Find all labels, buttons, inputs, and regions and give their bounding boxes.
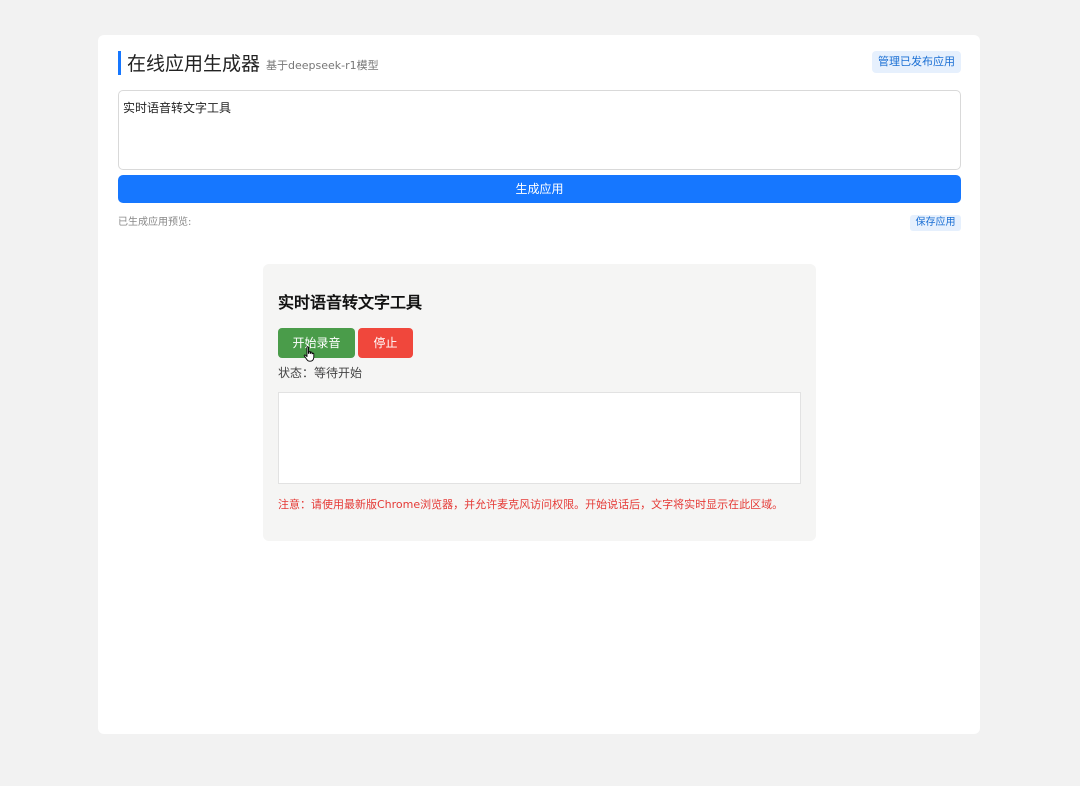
save-app-button[interactable]: 保存应用: [910, 215, 961, 231]
preview-label: 已生成应用预览:: [118, 217, 192, 228]
manage-published-apps-button[interactable]: 管理已发布应用: [872, 51, 961, 73]
header: 在线应用生成器 基于deepseek-r1模型 管理已发布应用: [118, 50, 961, 78]
stop-button[interactable]: 停止: [358, 328, 413, 358]
transcript-output-area: [278, 392, 801, 484]
page-title: 在线应用生成器: [127, 53, 261, 75]
hand-cursor-icon: [303, 346, 315, 362]
page-subtitle: 基于deepseek-r1模型: [266, 59, 379, 72]
status-text: 状态：等待开始: [278, 366, 363, 380]
title-accent-bar: [118, 51, 121, 75]
browser-notice: 注意：请使用最新版Chrome浏览器，并允许麦克风访问权限。开始说话后，文字将实…: [278, 498, 784, 511]
prompt-input[interactable]: 实时语音转文字工具: [118, 90, 961, 170]
app-title: 实时语音转文字工具: [278, 293, 423, 312]
generate-app-button[interactable]: 生成应用: [118, 175, 961, 203]
app-preview: 实时语音转文字工具 开始录音 停止 状态：等待开始 注意：请使用最新版Chrom…: [263, 264, 816, 541]
generator-card: 在线应用生成器 基于deepseek-r1模型 管理已发布应用 实时语音转文字工…: [98, 35, 980, 734]
